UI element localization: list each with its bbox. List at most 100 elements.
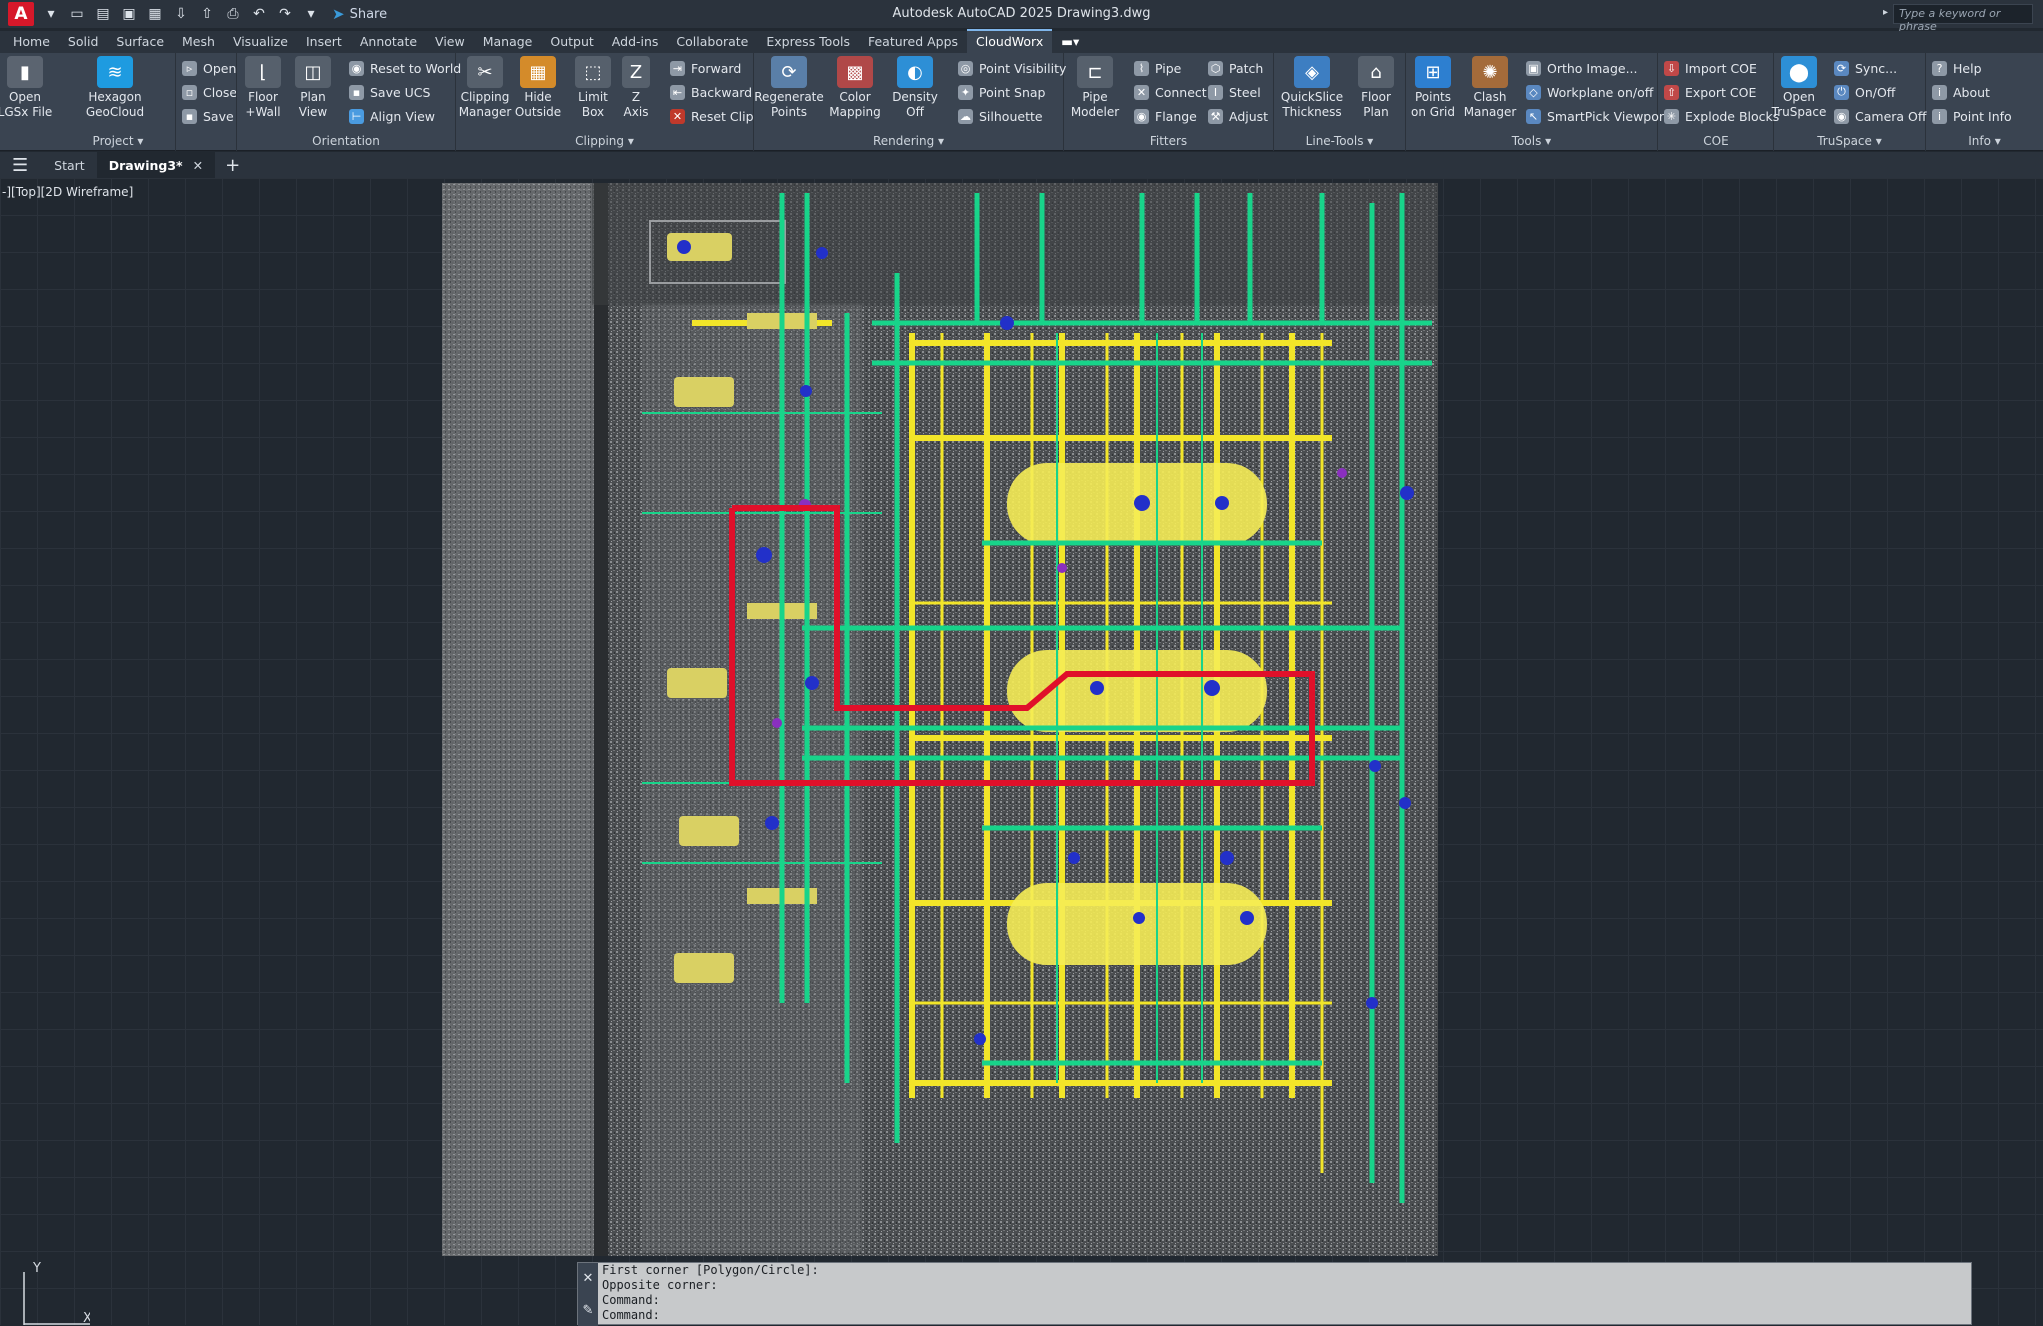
clash-manager-button[interactable]: ✺ Clash Manager	[1458, 56, 1522, 120]
clip-forward-button[interactable]: ⇥ Forward	[670, 57, 741, 79]
tab-annotate[interactable]: Annotate	[351, 31, 426, 53]
tab-cloudworx[interactable]: CloudWorx	[967, 29, 1053, 53]
help-button[interactable]: ? Help	[1932, 57, 1982, 79]
panel-title-clipping[interactable]: Clipping ▾	[456, 134, 753, 148]
tab-solid[interactable]: Solid	[59, 31, 107, 53]
reset-to-world-button[interactable]: ◉ Reset to World	[349, 57, 461, 79]
quickslice-thickness-button[interactable]: ◈ QuickSlice Thickness	[1274, 56, 1350, 120]
tab-featured-apps[interactable]: Featured Apps	[859, 31, 967, 53]
customize-wrench-icon[interactable]: ✎	[583, 1303, 594, 1318]
export-coe-icon: ⇧	[1664, 84, 1679, 100]
open-lgsx-button[interactable]: ▮ Open LGSx File	[0, 56, 58, 120]
steel-button[interactable]: I Steel	[1208, 81, 1261, 103]
close-tab-icon[interactable]: ✕	[193, 158, 203, 173]
hide-outside-button[interactable]: ▦ Hide Outside	[508, 56, 568, 120]
panel-title-rendering[interactable]: Rendering ▾	[754, 134, 1063, 148]
tab-surface[interactable]: Surface	[107, 31, 173, 53]
panel-title-tools[interactable]: Tools ▾	[1406, 134, 1657, 148]
hamburger-menu-icon[interactable]: ☰	[12, 155, 28, 176]
new-file-icon[interactable]: ▭	[66, 4, 88, 24]
truspace-sync-button[interactable]: ⟳ Sync...	[1834, 57, 1897, 79]
panel-title-project[interactable]: Project ▾	[0, 134, 236, 148]
save-as-icon[interactable]: ▦	[144, 4, 166, 24]
search-input[interactable]: Type a keyword or phrase	[1893, 4, 2033, 33]
ribbon-display-toggle-icon[interactable]: ▬▾	[1052, 31, 1088, 53]
project-save-button[interactable]: ▪ Save	[182, 105, 234, 127]
panel-title-info[interactable]: Info ▾	[1926, 134, 2043, 148]
patch-button[interactable]: ⬡ Patch	[1208, 57, 1263, 79]
tab-add-ins[interactable]: Add-ins	[603, 31, 668, 53]
tab-manage[interactable]: Manage	[474, 31, 542, 53]
adjust-button[interactable]: ⚒ Adjust	[1208, 105, 1268, 127]
globe-icon: ◉	[349, 60, 364, 76]
panel-title-line-tools[interactable]: Line-Tools ▾	[1274, 134, 1405, 148]
ortho-image-button[interactable]: ▣ Ortho Image...	[1526, 57, 1638, 79]
clip-backward-button[interactable]: ⇤ Backward	[670, 81, 752, 103]
color-mapping-button[interactable]: ▩ Color Mapping	[824, 56, 886, 120]
export-icon[interactable]: ⇧	[196, 4, 218, 24]
new-tab-icon[interactable]: +	[225, 155, 240, 176]
points-on-grid-button[interactable]: ⊞ Points on Grid	[1402, 56, 1464, 120]
open-folder-icon[interactable]: ▤	[92, 4, 114, 24]
customize-qat-icon[interactable]: ▾	[300, 4, 322, 24]
workplane-toggle-button[interactable]: ◇ Workplane on/off	[1526, 81, 1653, 103]
reset-clip-button[interactable]: ✕ Reset Clip	[670, 105, 754, 127]
tab-view[interactable]: View	[426, 31, 474, 53]
connect-button[interactable]: ✕ Connect	[1134, 81, 1207, 103]
autocad-logo-icon[interactable]: A	[8, 2, 34, 26]
project-close-button[interactable]: ▫ Close	[182, 81, 237, 103]
point-snap-button[interactable]: ✦ Point Snap	[958, 81, 1045, 103]
floor-plan-button[interactable]: ⌂ Floor Plan	[1348, 56, 1404, 120]
tab-insert[interactable]: Insert	[297, 31, 351, 53]
tab-visualize[interactable]: Visualize	[224, 31, 297, 53]
tab-home[interactable]: Home	[4, 31, 59, 53]
tab-collaborate[interactable]: Collaborate	[667, 31, 757, 53]
point-visibility-button[interactable]: ◎ Point Visibility	[958, 57, 1066, 79]
point-cloud-scan[interactable]	[442, 183, 1438, 1256]
tab-drawing3[interactable]: Drawing3* ✕	[96, 152, 216, 178]
pipe-modeler-icon: ⊏	[1077, 56, 1113, 88]
z-axis-button[interactable]: Z Z Axis	[616, 56, 656, 120]
viewport-controls-label[interactable]: -][Top][2D Wireframe]	[2, 185, 133, 199]
command-line[interactable]: ✕ ✎ First corner [Polygon/Circle]: Oppos…	[577, 1262, 1972, 1326]
limit-box-button[interactable]: ⬚ Limit Box	[568, 56, 618, 120]
search-expand-icon[interactable]: ▸	[1883, 7, 1888, 18]
plot-icon[interactable]: ⎙	[222, 4, 244, 24]
close-command-line-icon[interactable]: ✕	[583, 1271, 594, 1286]
point-info-button[interactable]: i Point Info	[1932, 105, 2012, 127]
import-coe-icon: ⇩	[1664, 60, 1679, 76]
align-view-button[interactable]: ⊢ Align View	[349, 105, 435, 127]
save-ucs-button[interactable]: ▪ Save UCS	[349, 81, 430, 103]
hexagon-geocloud-button[interactable]: ≋ Hexagon GeoCloud	[60, 56, 170, 120]
regenerate-points-button[interactable]: ⟳ Regenerate Points	[754, 56, 824, 120]
pipe-modeler-button[interactable]: ⊏ Pipe Modeler	[1062, 56, 1128, 120]
undo-icon[interactable]: ↶	[248, 4, 270, 24]
about-button[interactable]: i About	[1932, 81, 1990, 103]
silhouette-button[interactable]: ☁ Silhouette	[958, 105, 1043, 127]
density-off-button[interactable]: ◐ Density Off	[886, 56, 944, 120]
tab-output[interactable]: Output	[541, 31, 602, 53]
menu-dropdown-icon[interactable]: ▾	[40, 4, 62, 24]
forward-icon: ⇥	[670, 60, 685, 76]
plan-view-button[interactable]: ◫ Plan View	[283, 56, 343, 120]
import-icon[interactable]: ⇩	[170, 4, 192, 24]
export-coe-button[interactable]: ⇧ Export COE	[1664, 81, 1756, 103]
open-truspace-button[interactable]: ⬤ Open TruSpace	[1768, 56, 1830, 120]
tab-express-tools[interactable]: Express Tools	[757, 31, 859, 53]
flange-button[interactable]: ◉ Flange	[1134, 105, 1197, 127]
tab-mesh[interactable]: Mesh	[173, 31, 224, 53]
share-button[interactable]: ➤ Share	[332, 5, 387, 23]
project-open-button[interactable]: ▹ Open	[182, 57, 236, 79]
connect-icon: ✕	[1134, 84, 1149, 100]
pipe-button[interactable]: ⌇ Pipe	[1134, 57, 1181, 79]
truspace-onoff-button[interactable]: ⏻ On/Off	[1834, 81, 1895, 103]
panel-title-truspace[interactable]: TruSpace ▾	[1774, 134, 1925, 148]
document-tab-bar: ☰ Start Drawing3* ✕ +	[0, 152, 2043, 178]
camera-off-button[interactable]: ◉ Camera Off	[1834, 105, 1926, 127]
redo-icon[interactable]: ↷	[274, 4, 296, 24]
explode-blocks-button[interactable]: ✳ Explode Blocks	[1664, 105, 1779, 127]
tab-start[interactable]: Start	[42, 152, 97, 178]
save-icon[interactable]: ▣	[118, 4, 140, 24]
import-coe-button[interactable]: ⇩ Import COE	[1664, 57, 1757, 79]
smartpick-viewport-button[interactable]: ↖ SmartPick Viewport	[1526, 105, 1669, 127]
